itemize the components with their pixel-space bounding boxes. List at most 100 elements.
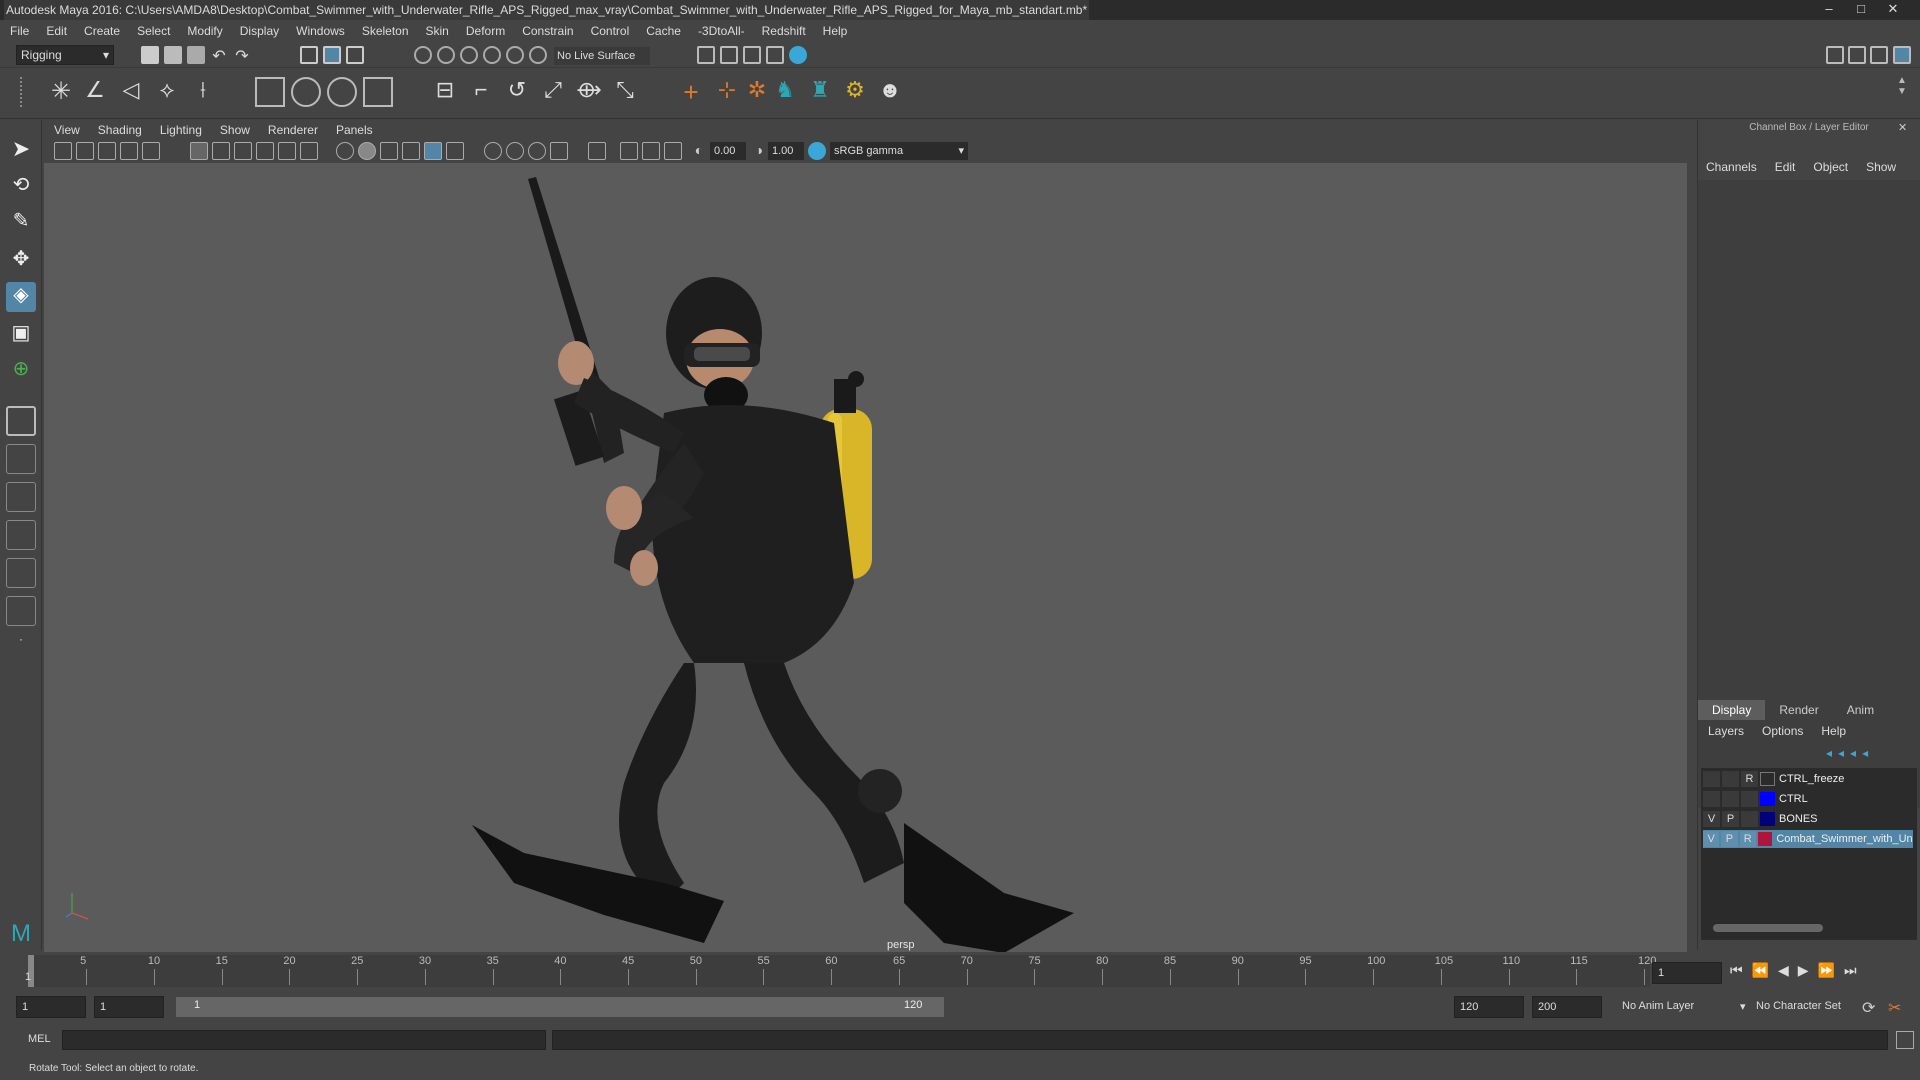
layer-reference-toggle[interactable] [1741,791,1758,807]
layer-name[interactable]: CTRL_freeze [1779,773,1844,785]
redo-icon[interactable]: ↷ [233,46,251,65]
menu-constrain[interactable]: Constrain [522,24,573,38]
lattice-icon[interactable] [327,77,357,107]
snap-grid-icon[interactable] [414,46,432,64]
layer-color-swatch[interactable] [1760,772,1775,786]
rotate-tool-icon[interactable]: ◈ [6,282,36,312]
cb-menu-channels[interactable]: Channels [1706,160,1757,178]
layout-four-icon[interactable] [6,482,36,512]
orient-constraint-icon[interactable]: ↺ [502,77,532,107]
viewport-menu-shading[interactable]: Shading [98,123,142,137]
human-ik-icon[interactable]: ♞ [770,77,800,107]
menu-create[interactable]: Create [84,24,120,38]
layer-color-swatch[interactable] [1760,792,1775,806]
layout-outliner-icon[interactable] [6,558,36,588]
tab-render[interactable]: Render [1765,700,1832,720]
playback-controls[interactable]: ⏮⏪◀▶⏩⏭ [1730,962,1916,982]
xray-components-icon[interactable] [664,142,682,160]
ipr-render-icon[interactable] [743,46,761,64]
minimize-button[interactable]: – [1816,1,1842,17]
current-frame-field[interactable]: 1 [1652,962,1722,984]
snap-surface-icon[interactable] [506,46,524,64]
time-slider-bar[interactable]: 1 5 10 15 20 25 30 35 40 45 50 55 60 65 70 75 80 85 90 95 1… [25,955,1656,987]
maximize-button[interactable]: □ [1848,1,1874,17]
resolution-gate-icon[interactable] [234,142,252,160]
time-slider[interactable]: 1 5 10 15 20 25 30 35 40 45 50 55 60 65 70 75 80 85 90 95 1… [0,952,1920,992]
layout-single-icon[interactable] [6,444,36,474]
layer-playback-toggle[interactable] [1722,771,1739,787]
wrap-icon[interactable] [363,77,393,107]
wireframe-shaded-icon[interactable] [402,142,420,160]
viewport-menu-panels[interactable]: Panels [336,123,373,137]
render-frame-icon[interactable] [720,46,738,64]
layer-menu-options[interactable]: Options [1762,724,1803,738]
select-object-icon[interactable] [323,46,341,64]
viewport-scene[interactable]: persp [44,163,1687,953]
lasso-tool-icon[interactable]: ⟲ [6,172,36,202]
menu-skeleton[interactable]: Skeleton [362,24,409,38]
bookmark-icon[interactable] [98,142,116,160]
viewport-menu-renderer[interactable]: Renderer [268,123,318,137]
select-tool-icon[interactable]: ➤ [6,136,36,166]
layer-reference-toggle[interactable]: R [1741,771,1758,787]
gate-mask-icon[interactable] [256,142,274,160]
camera-select-icon[interactable] [54,142,72,160]
orient-joint-icon[interactable]: ⟡ [152,77,182,107]
gamma-field[interactable]: 1.00 [768,142,804,160]
snap-point-icon[interactable] [460,46,478,64]
layer-playback-toggle[interactable]: P [1722,811,1739,827]
image-plane-icon[interactable] [120,142,138,160]
menu-windows[interactable]: Windows [296,24,345,38]
hypershade-icon[interactable] [789,46,807,64]
layer-name[interactable]: CTRL [1779,793,1808,805]
scale-tool-icon[interactable]: ▣ [6,320,36,350]
scale-constraint-icon[interactable]: ⤢ [538,77,568,107]
safe-action-icon[interactable] [300,142,318,160]
bind-skin-icon[interactable] [255,77,285,107]
anim-layer-dropdown[interactable]: No Anim Layer ▾ [1622,1000,1746,1013]
menuset-dropdown[interactable]: Rigging ▾ [16,45,114,65]
modeling-toolkit-icon[interactable] [1826,46,1844,64]
xray-icon[interactable] [620,142,638,160]
layer-visible-toggle[interactable]: V [1703,811,1720,827]
viewport-menu-show[interactable]: Show [220,123,250,137]
isolate-select-icon[interactable] [588,142,606,160]
character-set-dropdown[interactable]: No Character Set [1756,1000,1866,1012]
range-bar[interactable]: 1 120 [176,997,944,1017]
live-surface-field[interactable]: No Live Surface [554,47,650,65]
layer-row[interactable]: R CTRL_freeze [1703,770,1913,788]
parent-constraint-icon[interactable]: ⟴ [574,77,604,107]
toolbox-more-icon[interactable]: · [6,632,36,662]
locator-icon[interactable]: + [676,77,706,107]
ambient-occlusion-icon[interactable] [506,142,524,160]
save-scene-icon[interactable] [187,46,205,64]
layer-action-icons[interactable]: ◂◂◂◂ [1826,746,1918,762]
close-button[interactable]: ✕ [1880,1,1906,17]
scene-start-field[interactable]: 1 [16,996,86,1018]
snap-plane-icon[interactable] [529,46,547,64]
joint-tool-icon[interactable]: ✳ [46,77,76,107]
command-language[interactable]: MEL [28,1033,51,1045]
scene-end-field[interactable]: 200 [1532,996,1602,1018]
grease-pencil-icon[interactable] [142,142,160,160]
cb-menu-show[interactable]: Show [1866,160,1896,178]
exposure-field[interactable]: 0.00 [710,142,746,160]
textured-icon[interactable] [424,142,442,160]
new-scene-icon[interactable] [141,46,159,64]
layer-visible-toggle[interactable] [1703,771,1720,787]
layer-row-selected[interactable]: V P R Combat_Swimmer_with_Und [1703,830,1913,848]
select-component-icon[interactable] [346,46,364,64]
layer-row[interactable]: V P BONES [1703,810,1913,828]
last-tool-icon[interactable] [6,406,36,436]
wireframe-icon[interactable] [336,142,354,160]
tool-settings-icon[interactable] [1870,46,1888,64]
channel-box-toggle-icon[interactable] [1893,46,1911,64]
layer-reference-toggle[interactable]: R [1739,831,1756,847]
menu-file[interactable]: File [10,24,29,38]
universal-manipulator-icon[interactable]: ⊕ [6,356,36,386]
menu-redshift[interactable]: Redshift [762,24,806,38]
tab-display[interactable]: Display [1698,700,1766,720]
playback-end-field[interactable]: 120 [1454,996,1524,1018]
paint-select-icon[interactable]: ✎ [6,208,36,238]
menu-display[interactable]: Display [240,24,279,38]
